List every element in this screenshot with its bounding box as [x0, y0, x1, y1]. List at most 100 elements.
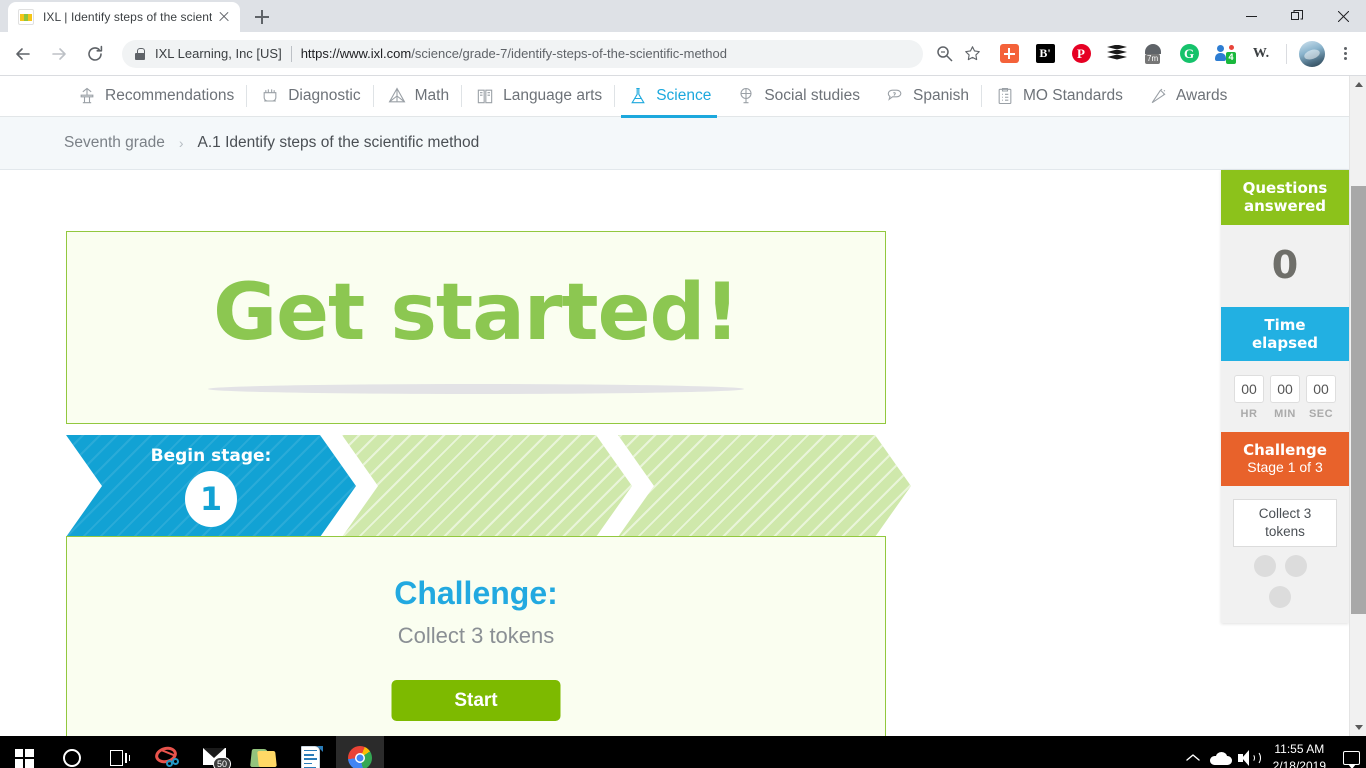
scroll-up-arrow-icon[interactable]: [1350, 76, 1366, 93]
lock-icon: [134, 47, 146, 61]
stage-number-bubble: 1: [185, 471, 237, 527]
stage-chevron-3[interactable]: [618, 435, 911, 537]
timer-seconds: 00: [1306, 375, 1336, 404]
task-view-button[interactable]: [96, 736, 144, 768]
bookmark-star-icon[interactable]: [959, 41, 985, 67]
forward-icon[interactable]: [44, 39, 74, 69]
page-scrollbar[interactable]: [1349, 76, 1366, 736]
nav-item-language-arts[interactable]: Language arts: [462, 76, 614, 117]
snipping-tool-button[interactable]: [144, 736, 192, 768]
breadcrumb-grade-link[interactable]: Seventh grade: [64, 134, 165, 152]
clock-time: 11:55 AM: [1274, 742, 1325, 757]
windows-logo-icon: [14, 748, 34, 768]
scrollbar-thumb[interactable]: [1351, 186, 1366, 614]
mail-app-button[interactable]: 50: [192, 736, 240, 768]
spanish-icon: [884, 85, 906, 107]
bitly-extension-icon[interactable]: B': [1033, 42, 1057, 66]
nav-item-math[interactable]: Math: [374, 76, 461, 117]
buffer-extension-icon[interactable]: [1105, 42, 1129, 66]
windows-taskbar: 50 11:55 AM 2/18/2019: [0, 736, 1366, 768]
standards-icon: [994, 85, 1016, 107]
social-studies-icon: [735, 85, 757, 107]
get-started-title: Get started!: [213, 268, 740, 358]
close-tab-icon[interactable]: [216, 9, 232, 25]
ixl-subject-nav: Recommendations Diagnostic Math Language…: [0, 76, 1351, 118]
profile-avatar[interactable]: [1299, 40, 1325, 67]
nav-label: MO Standards: [1023, 87, 1123, 104]
ixl-favicon: [18, 9, 34, 25]
notification-icon: [1342, 751, 1360, 768]
timer-values: 00 00 00: [1221, 361, 1349, 404]
window-controls: [1228, 0, 1366, 32]
stats-sidebar: Questions answered 0 Time elapsed 00 00 …: [1221, 170, 1349, 623]
stage-progress-bar: Begin stage: 1: [66, 435, 911, 537]
awards-icon: [1147, 85, 1169, 107]
challenge-goal-line2: tokens: [1265, 523, 1305, 539]
breadcrumb: Seventh grade › A.1 Identify steps of th…: [0, 117, 1351, 170]
back-icon[interactable]: [8, 39, 38, 69]
nav-item-science[interactable]: Science: [615, 76, 723, 118]
cortana-icon: [63, 749, 81, 767]
google-chrome-button[interactable]: [336, 736, 384, 768]
contacts-badge: 4: [1225, 51, 1236, 64]
nav-label: Science: [656, 87, 712, 104]
chrome-menu-icon[interactable]: [1332, 41, 1358, 67]
questions-answered-header: Questions answered: [1221, 170, 1349, 225]
task-view-icon: [110, 750, 131, 766]
extensions-strip: B' P 7m G 4 W.: [985, 40, 1358, 67]
url-path: /science/grade-7/identify-steps-of-the-s…: [411, 46, 727, 61]
volume-speaker-icon[interactable]: [1235, 736, 1263, 768]
action-center-button[interactable]: [1336, 736, 1366, 768]
nav-label: Recommendations: [105, 87, 235, 104]
recommendations-icon: [76, 85, 98, 107]
mail-unread-badge: 50: [213, 757, 231, 768]
restore-button[interactable]: [1274, 0, 1320, 32]
science-icon: [627, 85, 649, 107]
time-elapsed-line1: Time: [1264, 315, 1306, 334]
nav-item-mo-standards[interactable]: MO Standards: [982, 76, 1135, 117]
bitly-label: B': [1035, 44, 1055, 63]
nav-item-diagnostic[interactable]: Diagnostic: [247, 76, 372, 117]
pinterest-extension-icon[interactable]: P: [1069, 42, 1093, 66]
questions-answered-line2: answered: [1243, 197, 1327, 216]
reload-icon[interactable]: [80, 39, 110, 69]
timer-extension-icon[interactable]: 7m: [1141, 42, 1165, 66]
stage-chevron-1[interactable]: Begin stage: 1: [66, 435, 356, 537]
close-window-button[interactable]: [1320, 0, 1366, 32]
diagnostic-icon: [259, 85, 281, 107]
contacts-extension-icon[interactable]: 4: [1213, 42, 1237, 66]
browser-tab[interactable]: IXL | Identify steps of the scientifi: [8, 2, 240, 32]
stage-chevron-2[interactable]: [342, 435, 632, 537]
new-tab-button[interactable]: [248, 3, 276, 31]
wikiwand-extension-icon[interactable]: W.: [1249, 42, 1273, 66]
zoom-search-icon[interactable]: [931, 41, 957, 67]
nav-label: Math: [414, 87, 450, 104]
nav-label: Diagnostic: [288, 87, 361, 104]
challenge-sidebar-header: Challenge Stage 1 of 3: [1221, 432, 1349, 486]
address-bar[interactable]: IXL Learning, Inc [US] https://www.ixl.c…: [122, 39, 923, 68]
url-domain: https://www.ixl.com: [300, 46, 412, 61]
word-document-button[interactable]: [288, 736, 336, 768]
grammarly-extension-icon[interactable]: G: [1177, 42, 1201, 66]
start-button[interactable]: Start: [391, 680, 561, 721]
start-button[interactable]: [0, 736, 48, 768]
cortana-button[interactable]: [48, 736, 96, 768]
browser-toolbar: IXL Learning, Inc [US] https://www.ixl.c…: [0, 32, 1366, 76]
nav-item-social-studies[interactable]: Social studies: [723, 76, 872, 117]
onedrive-cloud-icon[interactable]: [1207, 736, 1235, 768]
minimize-button[interactable]: [1228, 0, 1274, 32]
toolbar-divider: [1286, 43, 1287, 64]
nav-item-awards[interactable]: Awards: [1135, 76, 1239, 117]
taskbar-clock[interactable]: 11:55 AM 2/18/2019: [1263, 736, 1336, 768]
show-hidden-icons-button[interactable]: [1179, 736, 1207, 768]
file-explorer-button[interactable]: [240, 736, 288, 768]
token-slot-2: [1285, 555, 1307, 577]
scroll-down-arrow-icon[interactable]: [1350, 719, 1366, 736]
omnibox-divider: [290, 45, 292, 62]
pocket-extension-icon[interactable]: [997, 42, 1021, 66]
nav-item-recommendations[interactable]: Recommendations: [64, 76, 246, 117]
nav-item-spanish[interactable]: Spanish: [872, 76, 981, 117]
challenge-title: Challenge:: [394, 575, 558, 611]
browser-titlebar: IXL | Identify steps of the scientifi: [0, 0, 1366, 32]
breadcrumb-current-skill: A.1 Identify steps of the scientific met…: [197, 134, 480, 151]
